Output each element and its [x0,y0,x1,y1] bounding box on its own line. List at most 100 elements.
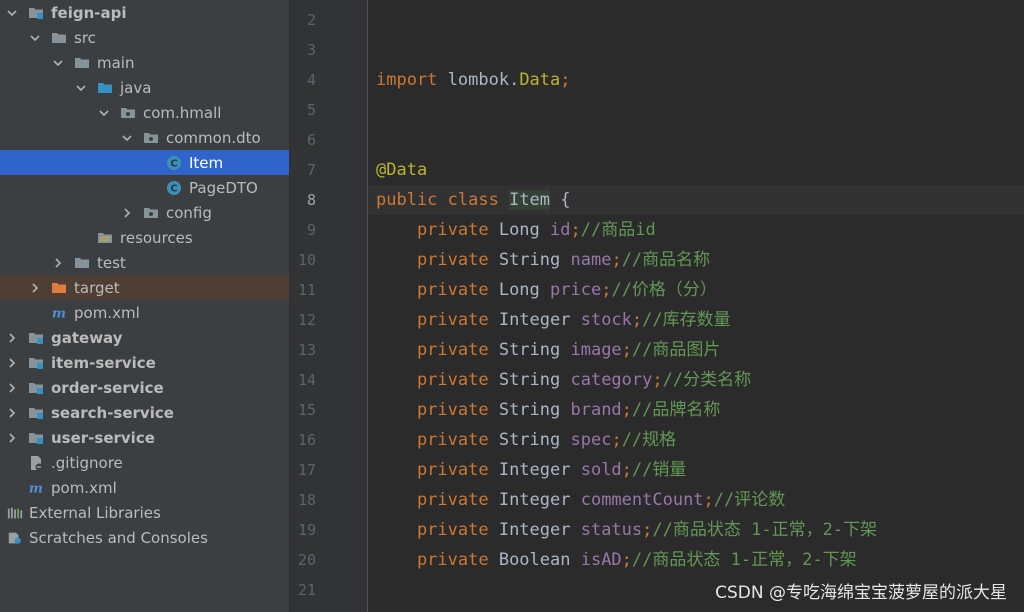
tree-item-label: feign-api [51,3,127,22]
folder-icon [51,30,67,46]
code-token: ; [631,310,643,330]
chevron-down-icon[interactable] [98,107,110,119]
chevron-right-icon[interactable] [52,257,64,269]
tree-item-order-service[interactable]: order-service [0,375,289,400]
svg-text:C: C [170,158,177,169]
line-number: 5 [306,101,316,119]
tree-item-label: target [74,278,120,297]
tree-item-target[interactable]: target [0,275,289,300]
tree-item-resources[interactable]: resources [0,225,289,250]
code-line[interactable]: @Data [376,155,427,185]
code-token: String [498,400,571,420]
line-number: 14 [297,371,316,389]
code-token: //商品状态 1-正常，2-下架 [652,520,878,540]
gutter-separator [367,0,368,612]
line-number: 12 [297,311,316,329]
line-number: 17 [297,461,316,479]
tree-item-main[interactable]: main [0,50,289,75]
code-line[interactable]: private String category;//分类名称 [376,365,751,395]
chevron-down-icon[interactable] [29,32,41,44]
tree-item-external-libraries[interactable]: External Libraries [0,500,289,525]
code-token: private [376,400,499,420]
resources-folder-icon [97,230,113,246]
chevron-down-icon[interactable] [52,57,64,69]
code-token: private [376,550,499,570]
code-token: Boolean [498,550,581,570]
tree-item-label: main [97,53,135,72]
tree-item-label: common.dto [166,128,261,147]
code-token: //库存数量 [642,310,731,330]
code-token: private [376,340,499,360]
chevron-down-icon[interactable] [121,132,133,144]
chevron-right-icon[interactable] [6,382,18,394]
tree-item-src[interactable]: src [0,25,289,50]
chevron-right-icon[interactable] [6,407,18,419]
code-line[interactable]: private String brand;//品牌名称 [376,395,720,425]
code-token: private [376,310,499,330]
tree-item-config[interactable]: config [0,200,289,225]
chevron-right-icon[interactable] [6,332,18,344]
chevron-right-icon[interactable] [121,207,133,219]
code-token: //销量 [631,460,687,480]
tree-item-java[interactable]: java [0,75,289,100]
project-tree[interactable]: feign-api src main java com.hmall common.dto C… [0,0,289,612]
tree-item-pom-xml[interactable]: m pom.xml [0,300,289,325]
code-line[interactable]: private Integer stock;//库存数量 [376,305,731,335]
code-token: ; [652,370,663,390]
tree-item-search-service[interactable]: search-service [0,400,289,425]
tree-item-com-hmall[interactable]: com.hmall [0,100,289,125]
tree-item-pom-xml[interactable]: m pom.xml [0,475,289,500]
chevron-right-icon[interactable] [29,282,41,294]
code-token: ; [570,220,581,240]
code-token: commentCount [580,490,704,510]
code-token: import [376,70,448,90]
chevron-down-icon[interactable] [6,7,18,19]
source-folder-icon [97,80,113,96]
code-token: //商品图片 [631,340,721,360]
code-line[interactable]: private String name;//商品名称 [376,245,710,275]
chevron-down-icon[interactable] [75,82,87,94]
tree-item-gateway[interactable]: gateway [0,325,289,350]
code-token: lombok. [447,70,520,90]
tree-item-user-service[interactable]: user-service [0,425,289,450]
folder-icon [74,55,90,71]
code-token: String [498,250,571,270]
line-number: 15 [297,401,316,419]
code-token: ; [621,550,632,570]
code-token: //商品id [580,220,656,240]
code-line[interactable]: private String spec;//规格 [376,425,676,455]
code-token: ; [621,340,632,360]
code-token: ; [621,400,632,420]
libraries-icon [7,505,23,521]
tree-item-label: config [166,203,212,222]
scratches-icon [7,530,23,546]
code-line[interactable]: private Integer sold;//销量 [376,455,686,485]
code-token: id [550,220,571,240]
code-token: String [498,430,571,450]
code-token: sold [580,460,622,480]
tree-item-gitignore[interactable]: .gitignore [0,450,289,475]
code-line[interactable]: private Integer commentCount;//评论数 [376,485,785,515]
tree-item-scratches-and-consoles[interactable]: Scratches and Consoles [0,525,289,550]
code-line[interactable]: private Long price;//价格（分） [376,275,717,305]
line-number: 20 [297,551,316,569]
chevron-right-icon[interactable] [6,432,18,444]
code-token: ; [621,460,632,480]
code-line[interactable]: private String image;//商品图片 [376,335,720,365]
tree-item-pagedto[interactable]: C PageDTO [0,175,289,200]
module-folder-icon [28,330,44,346]
tree-item-test[interactable]: test [0,250,289,275]
tree-item-item-service[interactable]: item-service [0,350,289,375]
code-token: price [550,280,602,300]
chevron-right-icon[interactable] [6,357,18,369]
code-token: { [550,190,571,210]
code-line[interactable]: private Long id;//商品id [376,215,656,245]
code-line[interactable]: private Boolean isAD;//商品状态 1-正常，2-下架 [376,545,857,575]
tree-item-item[interactable]: C Item [0,150,289,175]
tree-item-label: PageDTO [189,178,258,197]
code-line[interactable]: import lombok.Data; [376,65,571,95]
code-line[interactable]: private Integer status;//商品状态 1-正常，2-下架 [376,515,877,545]
tree-item-feign-api[interactable]: feign-api [0,0,289,25]
code-line[interactable]: public class Item { [376,185,571,215]
tree-item-common-dto[interactable]: common.dto [0,125,289,150]
